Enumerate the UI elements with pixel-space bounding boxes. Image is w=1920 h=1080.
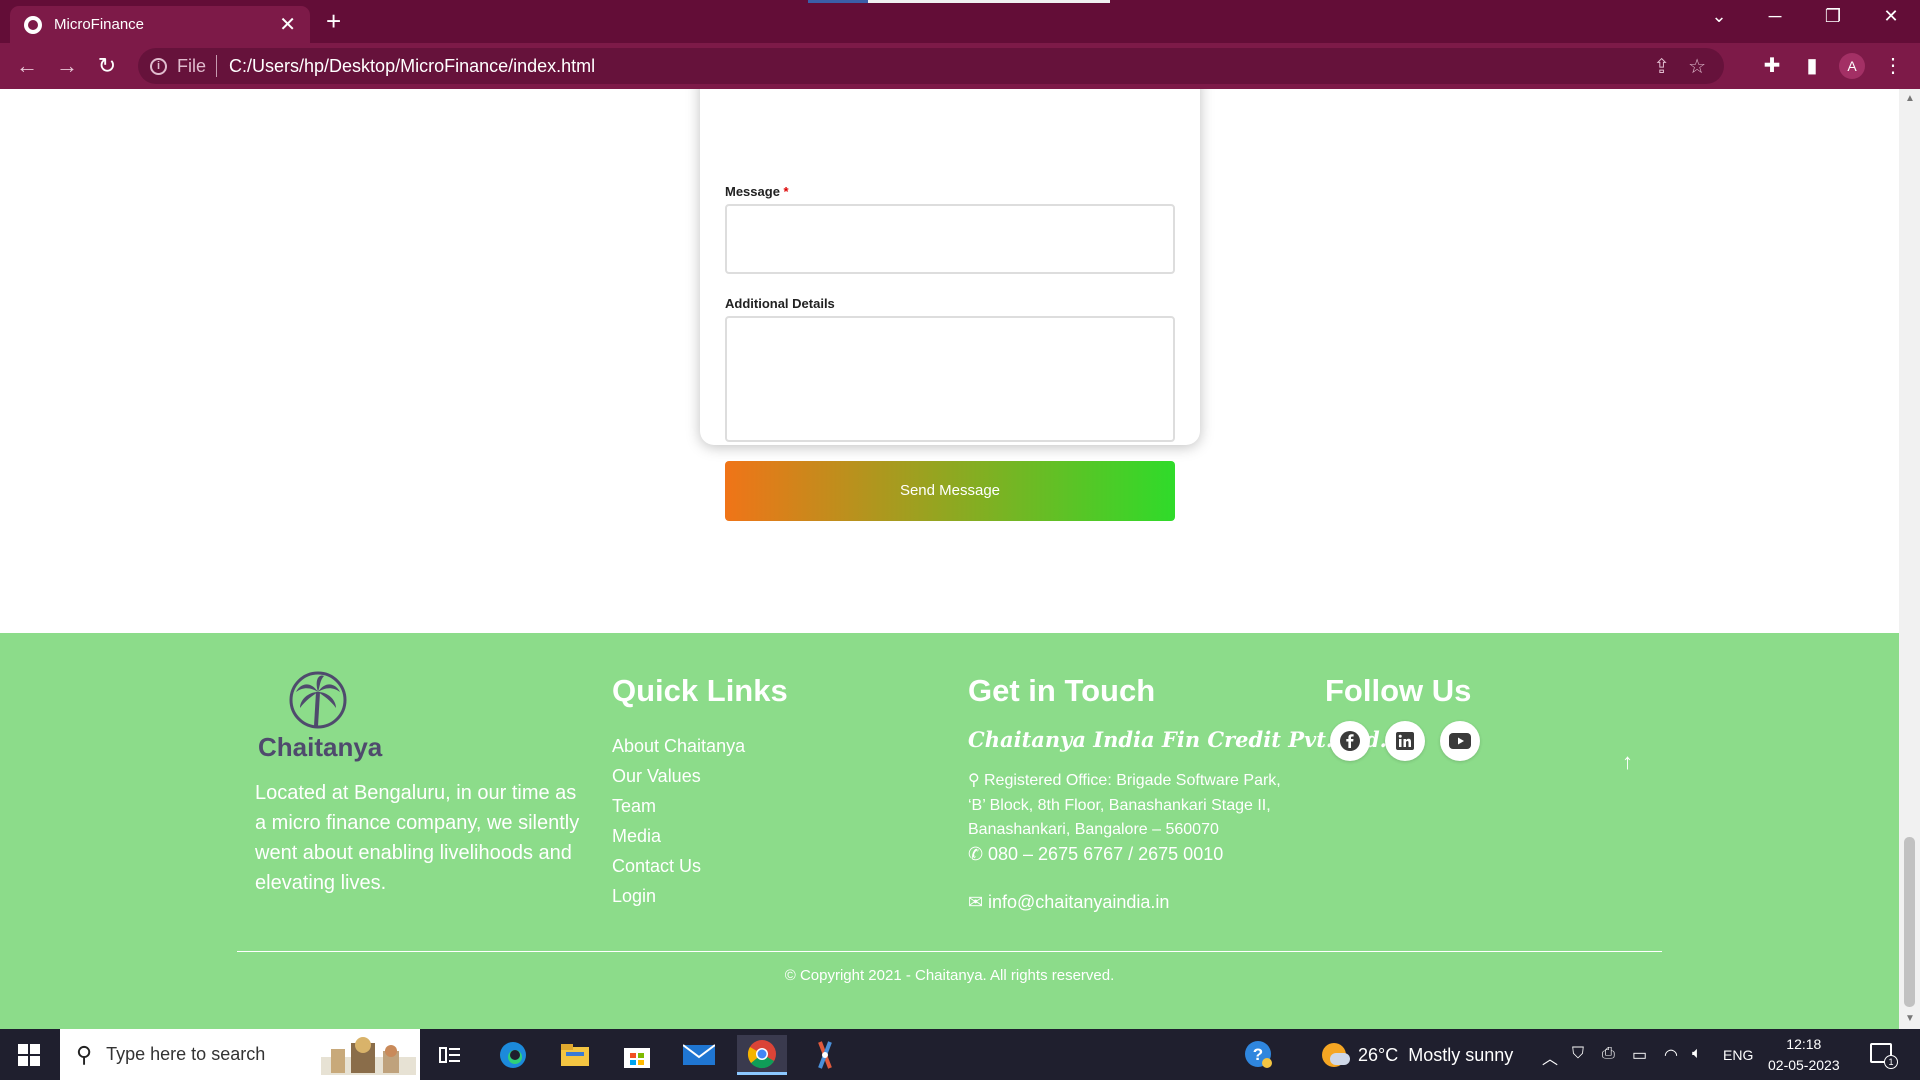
back-icon[interactable]: ← bbox=[12, 52, 42, 80]
battery-icon[interactable]: ▭ bbox=[1632, 1045, 1647, 1065]
tab-search-icon[interactable]: ⌄ bbox=[1702, 6, 1736, 27]
email-address[interactable]: ✉ info@chaitanyaindia.in bbox=[968, 892, 1169, 913]
footer-divider bbox=[237, 951, 1662, 952]
send-message-button[interactable]: Send Message bbox=[725, 461, 1175, 521]
page-viewport: Message * Additional Details Send Messag… bbox=[0, 89, 1920, 1029]
browser-title-bar: MicroFinance ✕ + ⌄ ─ ❐ ✕ bbox=[0, 0, 1920, 43]
notification-center-icon[interactable]: 1 bbox=[1870, 1043, 1898, 1069]
weather-widget[interactable]: 26°C Mostly sunny bbox=[1322, 1043, 1513, 1067]
palm-tree-icon bbox=[289, 671, 347, 729]
minimize-icon[interactable]: ─ bbox=[1758, 6, 1792, 27]
link-about-chaitanya[interactable]: About Chaitanya bbox=[612, 731, 745, 761]
link-contact-us[interactable]: Contact Us bbox=[612, 851, 745, 881]
linkedin-icon[interactable] bbox=[1385, 721, 1425, 761]
edge-browser-icon[interactable] bbox=[488, 1035, 538, 1075]
microsoft-store-icon[interactable] bbox=[612, 1035, 662, 1075]
windows-taskbar: ⚲ Type here to search ? 26°C Mostly sunn… bbox=[0, 1029, 1920, 1080]
meet-now-icon[interactable]: ⎙ bbox=[1602, 1045, 1615, 1063]
chrome-icon[interactable] bbox=[737, 1035, 787, 1075]
weather-text: 26°C Mostly sunny bbox=[1358, 1044, 1514, 1065]
scroll-down-arrow-icon[interactable]: ▼ bbox=[1905, 1013, 1915, 1024]
search-icon: ⚲ bbox=[76, 1041, 93, 1067]
side-panel-icon[interactable]: ▮ bbox=[1797, 51, 1827, 81]
address-bar[interactable]: i File C:/Users/hp/Desktop/MicroFinance/… bbox=[138, 48, 1724, 84]
map-marker-icon: ⚲ bbox=[968, 772, 980, 789]
svg-text:?: ? bbox=[1253, 1045, 1263, 1064]
link-media[interactable]: Media bbox=[612, 821, 745, 851]
youtube-icon[interactable] bbox=[1440, 721, 1480, 761]
show-hidden-icons-chevron-icon[interactable]: ︿ bbox=[1542, 1045, 1558, 1069]
close-window-icon[interactable]: ✕ bbox=[1874, 6, 1908, 27]
snipping-tool-icon[interactable] bbox=[800, 1035, 850, 1075]
page-scrollbar[interactable]: ▲ ▼ bbox=[1899, 89, 1920, 1029]
mail-icon[interactable] bbox=[674, 1035, 724, 1075]
clock-time: 12:18 bbox=[1786, 1036, 1822, 1052]
chaitanya-logo[interactable]: Chaitanya bbox=[258, 670, 383, 762]
envelope-icon: ✉ bbox=[968, 892, 984, 912]
clock-date: 02-05-2023 bbox=[1768, 1057, 1840, 1073]
tab-title: MicroFinance bbox=[54, 16, 145, 33]
restore-icon[interactable]: ❐ bbox=[1816, 6, 1850, 27]
search-placeholder: Type here to search bbox=[106, 1044, 266, 1064]
help-icon[interactable]: ? bbox=[1243, 1039, 1273, 1074]
system-clock[interactable]: 12:18 02-05-2023 bbox=[1768, 1034, 1840, 1076]
facebook-icon[interactable] bbox=[1330, 721, 1370, 761]
search-highlight-illustration bbox=[321, 1036, 416, 1075]
volume-muted-icon[interactable]: 🔈︎ bbox=[1692, 1045, 1702, 1063]
message-label: Message * bbox=[725, 184, 789, 199]
partly-sunny-icon bbox=[1322, 1043, 1350, 1067]
file-explorer-icon[interactable] bbox=[550, 1035, 600, 1075]
link-our-values[interactable]: Our Values bbox=[612, 761, 745, 791]
get-in-touch-heading: Get in Touch bbox=[968, 673, 1156, 708]
link-login[interactable]: Login bbox=[612, 881, 745, 911]
message-input[interactable] bbox=[725, 204, 1175, 274]
phone-number[interactable]: ✆ 080 – 2675 6767 / 2675 0010 bbox=[968, 844, 1223, 865]
url-text[interactable]: C:/Users/hp/Desktop/MicroFinance/index.h… bbox=[229, 56, 1653, 77]
browser-toolbar: ← → ↻ i File C:/Users/hp/Desktop/MicroFi… bbox=[0, 43, 1920, 89]
close-tab-icon[interactable]: ✕ bbox=[279, 15, 296, 35]
windows-start-icon[interactable] bbox=[18, 1044, 40, 1066]
additional-details-label: Additional Details bbox=[725, 296, 835, 311]
about-paragraph: Located at Bengaluru, in our time as a m… bbox=[255, 782, 580, 894]
company-name: Chaitanya India Fin Credit Pvt. Ltd. bbox=[968, 727, 1387, 752]
link-team[interactable]: Team bbox=[612, 791, 745, 821]
info-icon[interactable]: i bbox=[150, 57, 167, 75]
phone-icon: ✆ bbox=[968, 844, 984, 864]
quick-links-heading: Quick Links bbox=[612, 673, 788, 708]
task-view-icon[interactable] bbox=[425, 1035, 475, 1075]
tab-strip-indicator bbox=[808, 0, 1110, 3]
taskbar-search-box[interactable]: ⚲ Type here to search bbox=[60, 1029, 420, 1080]
language-indicator[interactable]: ENG bbox=[1723, 1047, 1753, 1063]
wifi-icon[interactable]: ◠ bbox=[1664, 1045, 1678, 1065]
site-footer: Chaitanya Located at Bengaluru, in our t… bbox=[0, 633, 1899, 1029]
browser-tab[interactable]: MicroFinance ✕ bbox=[10, 6, 310, 43]
forward-icon[interactable]: → bbox=[52, 52, 82, 80]
scrollbar-thumb[interactable] bbox=[1904, 837, 1915, 1007]
extensions-icon[interactable]: ✚ bbox=[1757, 51, 1787, 81]
registered-address: ⚲ Registered Office: Brigade Software Par… bbox=[968, 769, 1298, 843]
back-to-top-icon[interactable]: ↑ bbox=[1622, 749, 1633, 775]
share-icon[interactable]: ⇪ bbox=[1653, 54, 1670, 79]
notification-count: 1 bbox=[1884, 1055, 1898, 1069]
contact-form-card: Message * Additional Details Send Messag… bbox=[700, 89, 1200, 521]
profile-avatar[interactable]: A bbox=[1839, 53, 1865, 79]
globe-icon bbox=[24, 15, 42, 34]
reload-icon[interactable]: ↻ bbox=[92, 52, 122, 80]
menu-icon[interactable]: ⋮ bbox=[1878, 51, 1908, 81]
logo-text: Chaitanya bbox=[258, 732, 383, 762]
quick-links-list: About Chaitanya Our Values Team Media Co… bbox=[612, 731, 745, 911]
divider bbox=[216, 55, 218, 77]
copyright-text: © Copyright 2021 - Chaitanya. All rights… bbox=[784, 967, 1115, 984]
additional-details-textarea[interactable] bbox=[725, 316, 1175, 442]
scroll-up-arrow-icon[interactable]: ▲ bbox=[1905, 93, 1915, 104]
security-shield-icon[interactable]: ⛉ bbox=[1572, 1045, 1584, 1063]
bookmark-star-icon[interactable]: ☆ bbox=[1688, 54, 1706, 79]
follow-us-heading: Follow Us bbox=[1325, 673, 1472, 708]
new-tab-button[interactable]: + bbox=[326, 6, 341, 36]
scheme-label: File bbox=[177, 55, 207, 76]
